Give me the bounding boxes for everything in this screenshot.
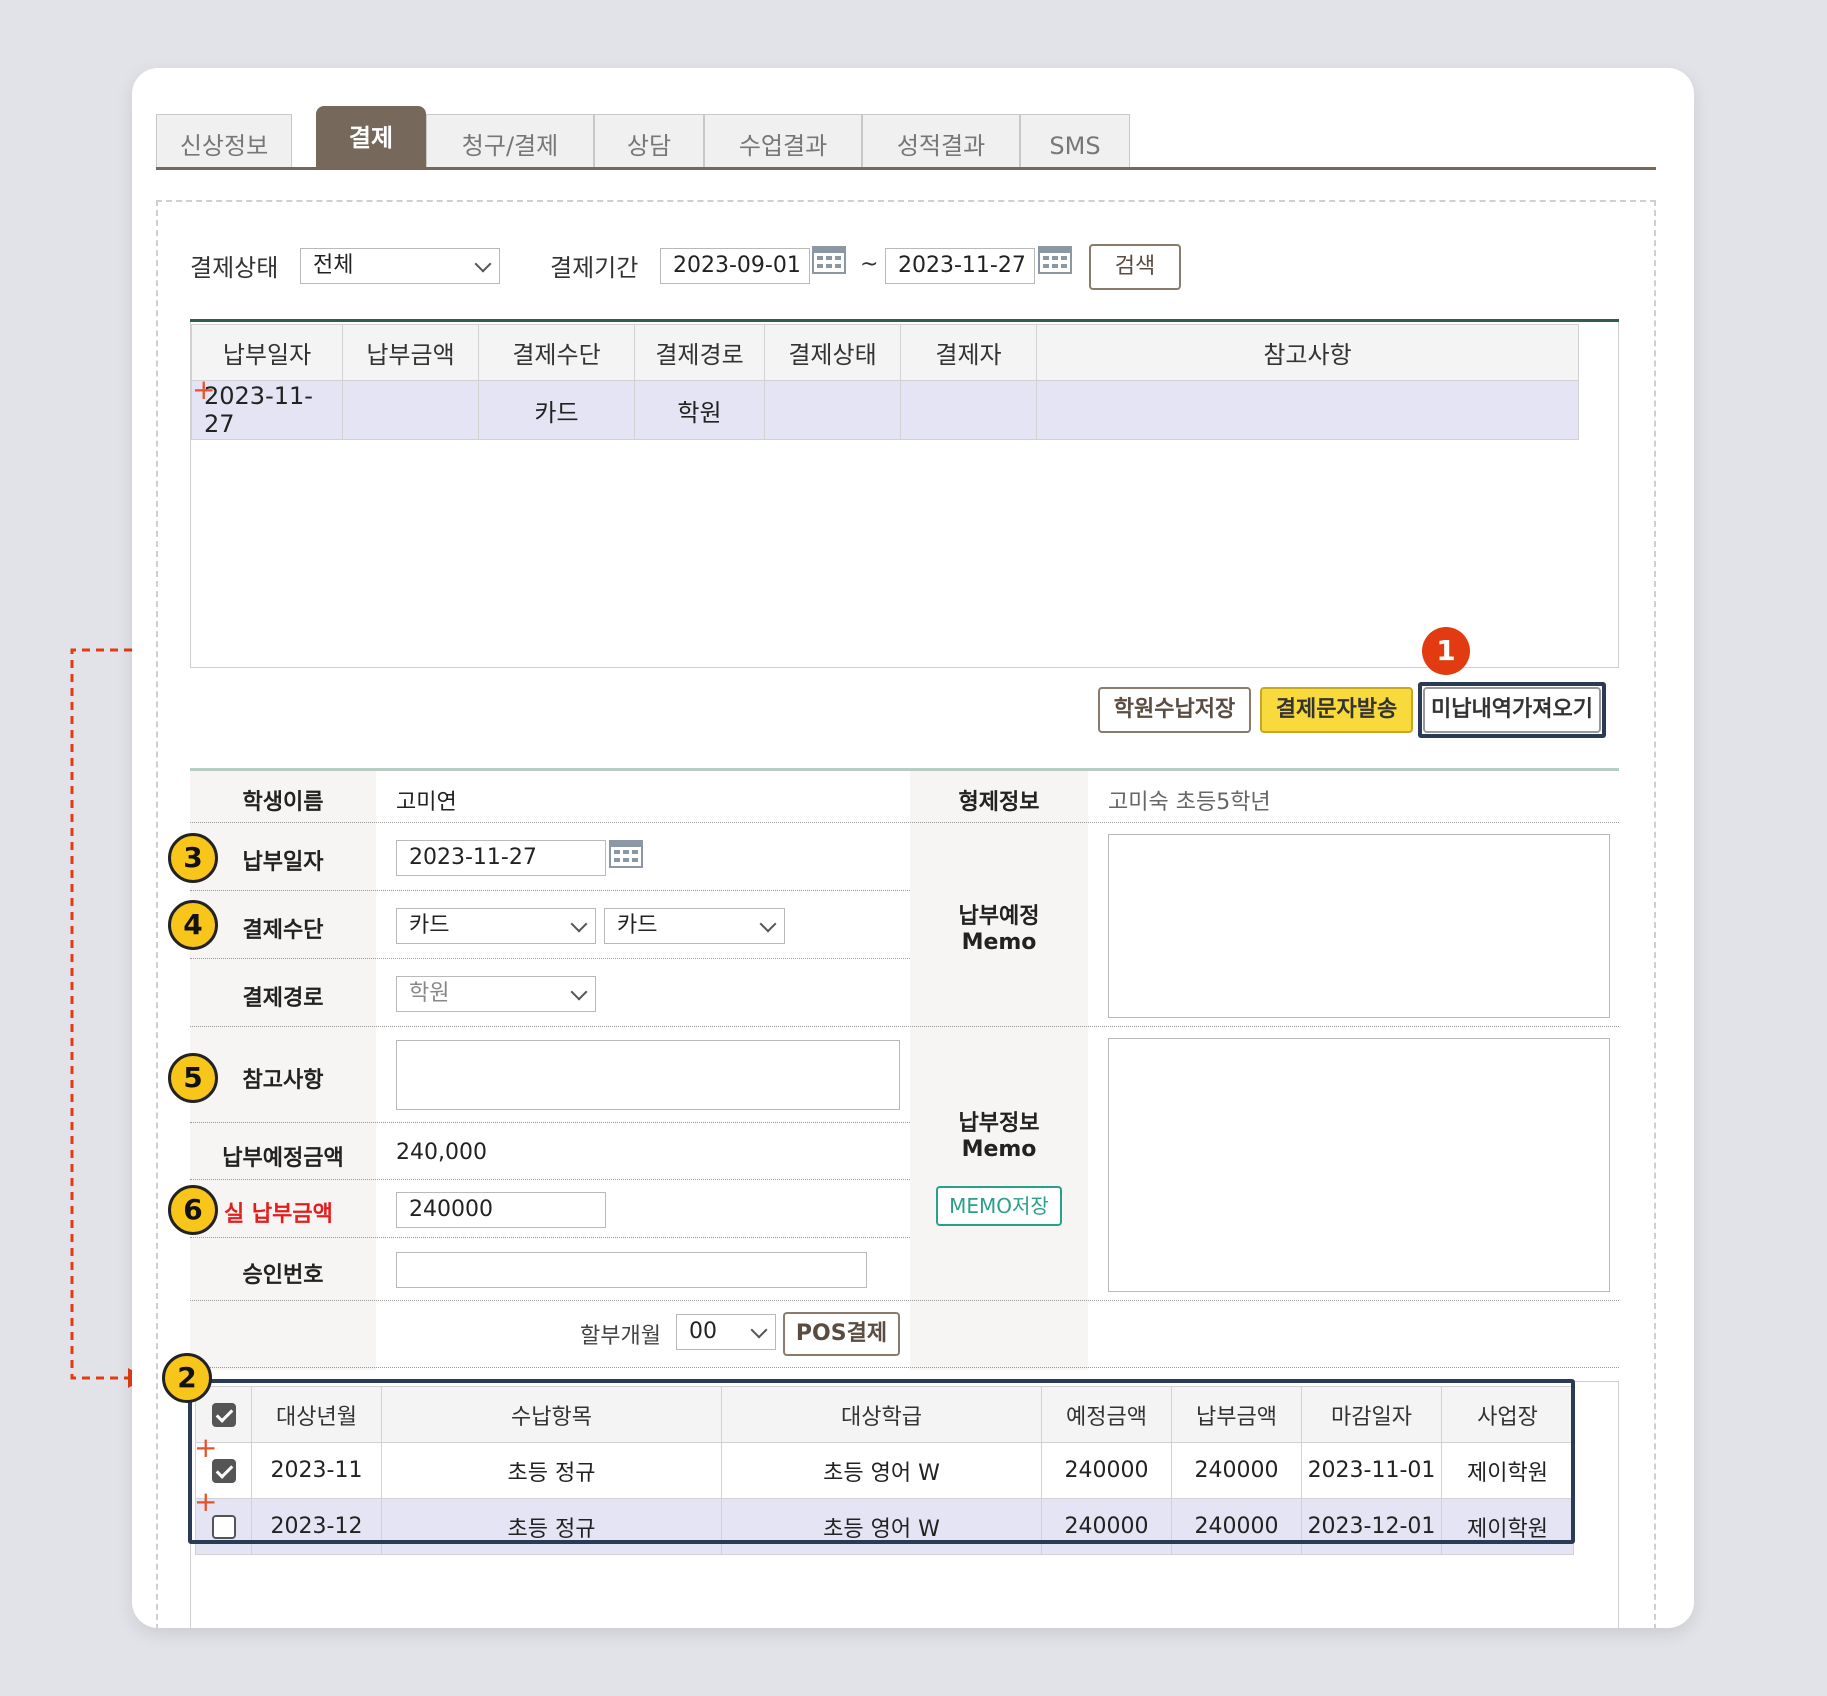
planned-memo-label: 납부예정 — [958, 904, 1040, 929]
planned-amount-label: 납부예정금액 — [222, 1146, 344, 1171]
col-note[interactable]: 참고사항 — [1036, 324, 1579, 381]
tab-personal-info[interactable]: 신상정보 — [156, 114, 292, 168]
payment-grid: 납부일자 납부금액 결제수단 결제경로 결제상태 결제자 참고사항 2023-1… — [191, 324, 1579, 440]
row-divider — [190, 1367, 1619, 1368]
planned-memo-textarea[interactable] — [1108, 834, 1610, 1018]
step-badge-5: 5 — [168, 1053, 218, 1103]
approval-number-input[interactable] — [396, 1252, 867, 1288]
row-divider — [190, 1300, 1619, 1301]
date-to-input[interactable]: 2023-11-27 — [885, 248, 1035, 284]
col-payer[interactable]: 결제자 — [900, 324, 1037, 381]
tab-payment[interactable]: 결제 — [316, 106, 426, 168]
col-pay-amount[interactable]: 납부금액 — [342, 324, 479, 381]
approval-number-label: 승인번호 — [242, 1263, 324, 1288]
period-separator: ~ — [860, 252, 879, 277]
tab-grade-results[interactable]: 성적결과 — [862, 114, 1020, 168]
row-divider — [190, 1237, 910, 1238]
cell-status — [764, 380, 901, 440]
planned-amount-value: 240,000 — [396, 1140, 487, 1165]
tab-billing[interactable]: 청구/결제 — [426, 114, 594, 168]
card-type-select[interactable]: 카드 — [604, 908, 785, 944]
step-badge-1: 1 — [1422, 627, 1470, 675]
row-divider — [190, 1179, 910, 1180]
calendar-icon[interactable] — [609, 840, 643, 868]
pay-date-input[interactable]: 2023-11-27 — [396, 840, 606, 876]
pay-route-select[interactable]: 학원 — [396, 976, 596, 1012]
step-badge-2: 2 — [162, 1353, 212, 1403]
pay-method-label: 결제수단 — [242, 918, 324, 943]
row-divider — [190, 890, 910, 891]
tab-sms[interactable]: SMS — [1020, 114, 1130, 168]
tab-consultation[interactable]: 상담 — [594, 114, 704, 168]
chevron-down-icon — [570, 915, 588, 933]
highlight-box-fetch — [1418, 682, 1606, 738]
row-divider — [190, 1026, 1619, 1027]
installment-label: 할부개월 — [580, 1324, 661, 1349]
pos-payment-button[interactable]: POS결제 — [783, 1312, 900, 1356]
status-filter-label: 결제상태 — [190, 254, 279, 282]
row-divider — [190, 1122, 910, 1123]
info-memo-label-sub: Memo — [961, 1137, 1037, 1162]
step-badge-6: 6 — [168, 1185, 218, 1235]
cell-payer — [900, 380, 1037, 440]
sibling-info-value: 고미숙 초등5학년 — [1108, 790, 1271, 815]
table-row[interactable]: 2023-11-27 카드 학원 — [191, 380, 1579, 440]
cell-method: 카드 — [478, 380, 635, 440]
chevron-down-icon — [759, 915, 777, 933]
row-divider — [190, 822, 1619, 823]
cell-amount — [342, 380, 479, 440]
step-badge-4: 4 — [168, 900, 218, 950]
planned-memo-label-sub: Memo — [961, 930, 1037, 955]
student-name-value: 고미연 — [396, 790, 457, 815]
note-textarea[interactable] — [396, 1040, 900, 1110]
memo-label-column — [910, 771, 1088, 1370]
col-pay-method[interactable]: 결제수단 — [478, 324, 635, 381]
plus-icon[interactable]: + — [192, 376, 215, 404]
date-from-input[interactable]: 2023-09-01 — [660, 248, 810, 284]
row-divider — [190, 958, 910, 959]
student-name-label: 학생이름 — [242, 790, 324, 815]
installment-select[interactable]: 00 — [676, 1314, 776, 1350]
pay-route-label: 결제경로 — [242, 986, 324, 1011]
search-button[interactable]: 검색 — [1089, 244, 1181, 290]
academy-payment-save-button[interactable]: 학원수납저장 — [1098, 687, 1251, 733]
tab-class-results[interactable]: 수업결과 — [704, 114, 862, 168]
chevron-down-icon — [570, 983, 588, 1001]
actual-amount-input[interactable]: 240000 — [396, 1192, 606, 1228]
col-pay-status[interactable]: 결제상태 — [764, 324, 901, 381]
main-card: 신상정보 결제 청구/결제 상담 수업결과 성적결과 SMS 결제상태 전체 결… — [132, 68, 1694, 1628]
calendar-icon[interactable] — [812, 246, 846, 274]
info-memo-label: 납부정보 — [958, 1111, 1040, 1136]
cell-note — [1036, 380, 1579, 440]
col-pay-route[interactable]: 결제경로 — [634, 324, 765, 381]
cell-route: 학원 — [634, 380, 765, 440]
chevron-down-icon — [474, 255, 492, 273]
step-badge-3: 3 — [168, 833, 218, 883]
tab-underline — [156, 167, 1656, 170]
period-label: 결제기간 — [550, 254, 639, 282]
pay-method-select[interactable]: 카드 — [396, 908, 596, 944]
highlight-box-bill-grid — [188, 1379, 1575, 1544]
payment-sms-button[interactable]: 결제문자발송 — [1260, 687, 1413, 733]
memo-save-button[interactable]: MEMO저장 — [936, 1186, 1062, 1226]
form-topline — [190, 768, 1619, 771]
status-select[interactable]: 전체 — [300, 248, 500, 284]
info-memo-textarea[interactable] — [1108, 1038, 1610, 1292]
actual-amount-label: 실 납부금액 — [224, 1202, 333, 1227]
payment-grid-header: 납부일자 납부금액 결제수단 결제경로 결제상태 결제자 참고사항 — [191, 324, 1579, 381]
calendar-icon[interactable] — [1038, 246, 1072, 274]
sibling-info-label: 형제정보 — [958, 790, 1040, 815]
chevron-down-icon — [750, 1321, 768, 1339]
